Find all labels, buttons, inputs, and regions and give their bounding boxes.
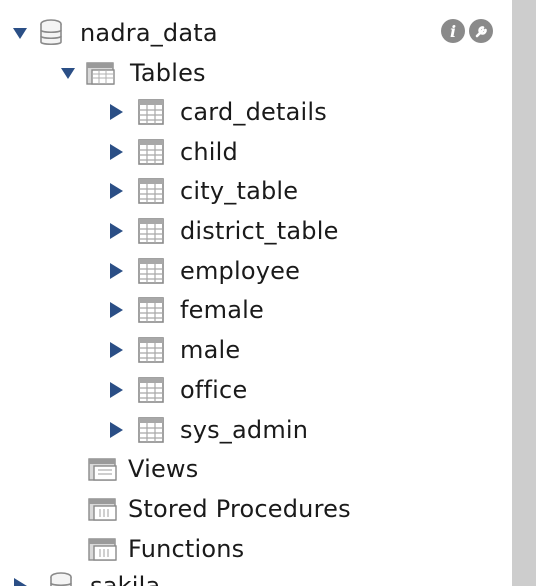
tables-label: Tables — [130, 59, 206, 87]
wrench-icon[interactable] — [468, 18, 494, 48]
database-icon — [36, 18, 66, 48]
folder-icon — [88, 454, 118, 484]
schema-actions: i — [440, 18, 494, 48]
table-node[interactable]: sys_admin — [106, 410, 308, 450]
vertical-scrollbar[interactable] — [512, 0, 536, 586]
table-name: office — [180, 376, 248, 404]
table-icon — [136, 335, 166, 365]
table-name: employee — [180, 257, 301, 285]
database-icon — [46, 571, 76, 586]
table-node[interactable]: city_table — [106, 171, 298, 211]
table-name: card_details — [180, 98, 327, 126]
schema-node-sakila[interactable]: sakila — [10, 566, 160, 586]
folder-icon — [88, 534, 118, 564]
table-node[interactable]: employee — [106, 251, 300, 291]
schema-navigator: nadra_data i Tables card_details child c… — [0, 0, 512, 586]
collapsed-arrow-icon[interactable] — [106, 420, 126, 440]
folder-node-stored-procedures[interactable]: Stored Procedures — [88, 489, 351, 529]
functions-label: Functions — [128, 535, 245, 563]
table-icon — [136, 176, 166, 206]
table-node[interactable]: male — [106, 330, 240, 370]
table-name: male — [180, 336, 241, 364]
table-name: city_table — [180, 177, 299, 205]
folder-node-views[interactable]: Views — [88, 449, 198, 489]
svg-text:i: i — [450, 22, 456, 41]
schema-name: nadra_data — [80, 19, 218, 47]
table-node[interactable]: child — [106, 132, 238, 172]
table-icon — [136, 295, 166, 325]
collapsed-arrow-icon[interactable] — [106, 261, 126, 281]
collapsed-arrow-icon[interactable] — [10, 576, 30, 586]
table-node[interactable]: female — [106, 290, 264, 330]
table-icon — [136, 216, 166, 246]
table-node[interactable]: card_details — [106, 92, 327, 132]
table-name: district_table — [180, 217, 339, 245]
collapsed-arrow-icon[interactable] — [106, 380, 126, 400]
collapsed-arrow-icon[interactable] — [106, 340, 126, 360]
scrollbar-thumb[interactable] — [512, 0, 536, 586]
table-name: sys_admin — [180, 416, 309, 444]
table-name: female — [180, 296, 264, 324]
folder-icon — [86, 58, 116, 88]
info-icon[interactable]: i — [440, 18, 466, 48]
collapsed-arrow-icon[interactable] — [106, 300, 126, 320]
table-node[interactable]: district_table — [106, 211, 339, 251]
folder-node-tables[interactable]: Tables — [58, 53, 206, 93]
views-label: Views — [128, 455, 199, 483]
folder-node-functions[interactable]: Functions — [88, 529, 244, 569]
folder-icon — [88, 494, 118, 524]
collapsed-arrow-icon[interactable] — [106, 221, 126, 241]
collapsed-arrow-icon[interactable] — [106, 142, 126, 162]
collapsed-arrow-icon[interactable] — [106, 102, 126, 122]
table-icon — [136, 375, 166, 405]
expand-arrow-icon[interactable] — [58, 63, 78, 83]
table-icon — [136, 137, 166, 167]
stored-procedures-label: Stored Procedures — [128, 495, 351, 523]
table-icon — [136, 415, 166, 445]
table-name: child — [180, 138, 238, 166]
table-icon — [136, 97, 166, 127]
table-node[interactable]: office — [106, 370, 247, 410]
expand-arrow-icon[interactable] — [10, 23, 30, 43]
schema-node-nadra-data[interactable]: nadra_data — [10, 13, 218, 53]
schema-name: sakila — [90, 572, 161, 586]
table-icon — [136, 256, 166, 286]
collapsed-arrow-icon[interactable] — [106, 181, 126, 201]
